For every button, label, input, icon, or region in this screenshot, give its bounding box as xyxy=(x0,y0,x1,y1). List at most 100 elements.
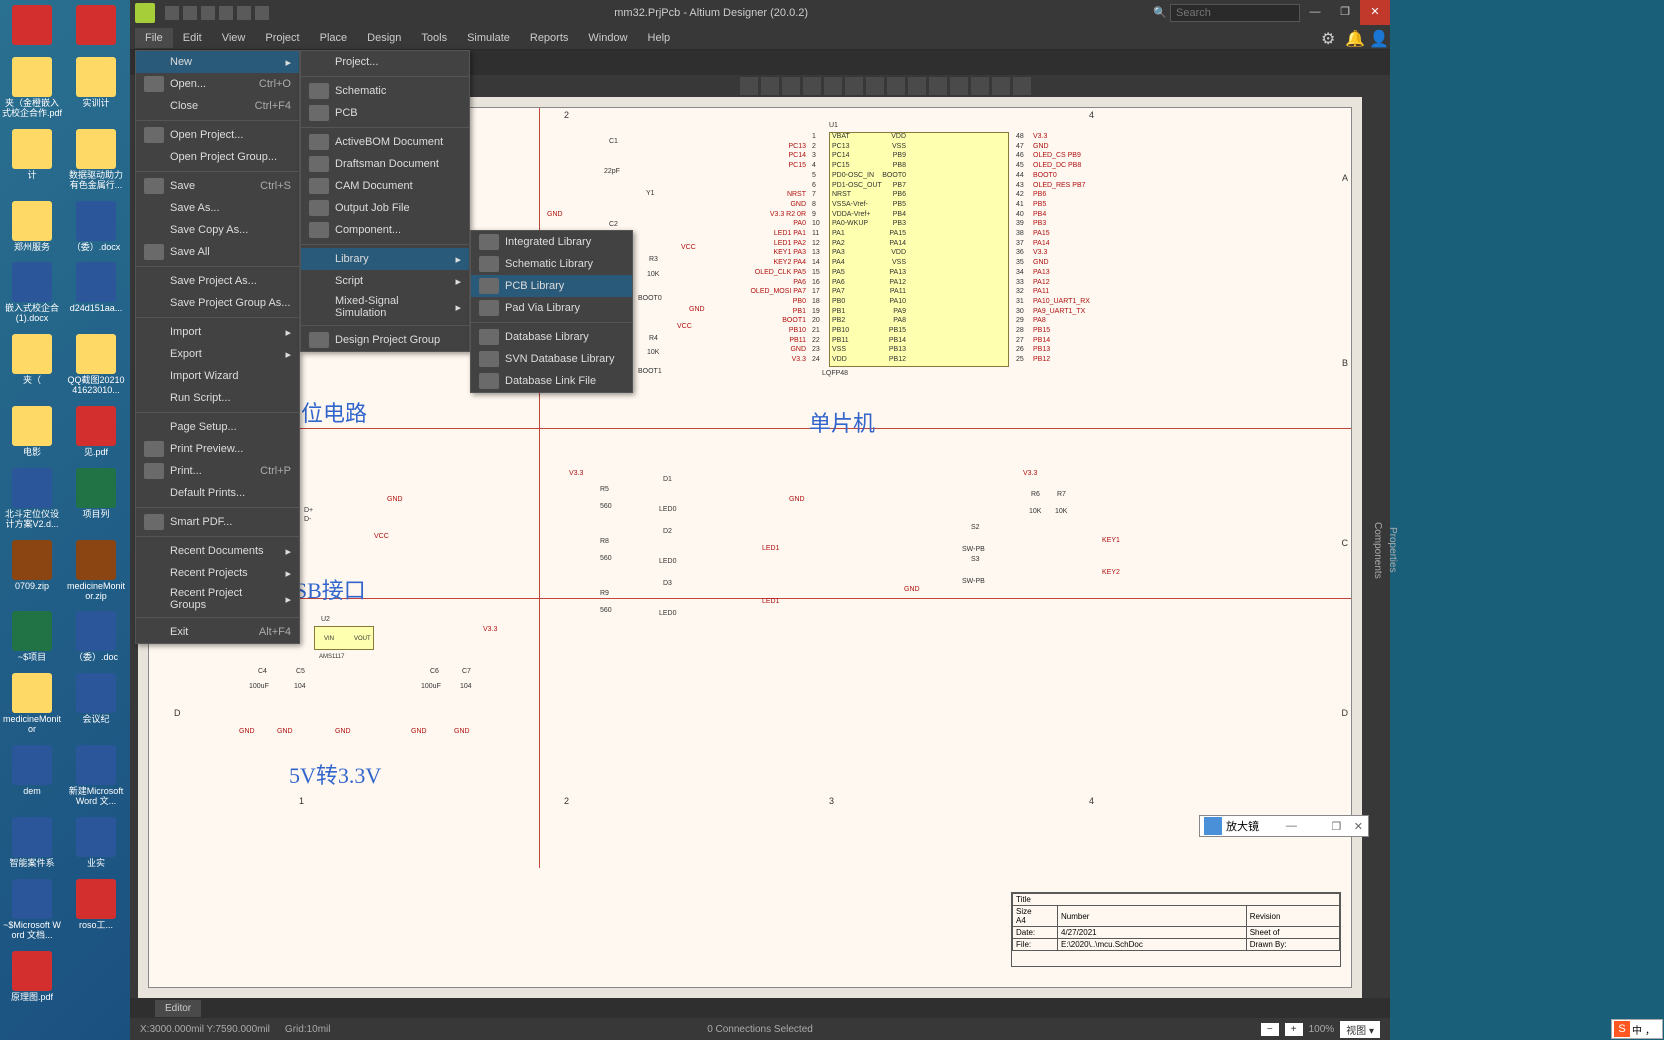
menu-place[interactable]: Place xyxy=(310,28,358,48)
file-recent-groups[interactable]: Recent Project Groups▸ xyxy=(136,584,299,614)
menu-project[interactable]: Project xyxy=(255,28,309,48)
new-activebom[interactable]: ActiveBOM Document xyxy=(301,131,469,153)
desktop-file-icon[interactable]: 智能案件系 xyxy=(2,817,62,869)
qat-save-icon[interactable] xyxy=(165,6,179,20)
lib-integrated[interactable]: Integrated Library xyxy=(471,231,632,253)
desktop-file-icon[interactable] xyxy=(2,5,62,47)
new-component[interactable]: Component... xyxy=(301,219,469,241)
magnifier-minimize[interactable]: — xyxy=(1279,820,1304,832)
user-icon[interactable]: 👤▾ xyxy=(1369,29,1385,45)
lib-schematic[interactable]: Schematic Library xyxy=(471,253,632,275)
part-tool-icon[interactable] xyxy=(908,77,926,95)
menu-view[interactable]: View xyxy=(212,28,256,48)
desktop-file-icon[interactable] xyxy=(66,5,126,47)
qat-undo-icon[interactable] xyxy=(237,6,251,20)
menu-tools[interactable]: Tools xyxy=(411,28,457,48)
lib-pcb[interactable]: PCB Library xyxy=(471,275,632,297)
desktop-file-icon[interactable]: 新建Microsoft Word 文... xyxy=(66,745,126,807)
new-mixed-signal[interactable]: Mixed-Signal Simulation▸ xyxy=(301,292,469,322)
desktop-file-icon[interactable]: medicineMonitor xyxy=(2,673,62,735)
close-button[interactable]: ✕ xyxy=(1360,0,1390,25)
new-cam[interactable]: CAM Document xyxy=(301,175,469,197)
desktop-file-icon[interactable]: 郑州服务 xyxy=(2,201,62,253)
menu-design[interactable]: Design xyxy=(357,28,411,48)
desktop-file-icon[interactable]: 见.pdf xyxy=(66,406,126,458)
file-export[interactable]: Export▸ xyxy=(136,343,299,365)
new-script[interactable]: Script▸ xyxy=(301,270,469,292)
select-tool-icon[interactable] xyxy=(782,77,800,95)
menu-simulate[interactable]: Simulate xyxy=(457,28,520,48)
drawing-tool-icon[interactable] xyxy=(992,77,1010,95)
power-tool-icon[interactable] xyxy=(887,77,905,95)
qat-folder-icon[interactable] xyxy=(201,6,215,20)
desktop-file-icon[interactable]: （委）.docx xyxy=(66,201,126,253)
desktop-file-icon[interactable]: 会议纪 xyxy=(66,673,126,725)
menu-window[interactable]: Window xyxy=(578,28,637,48)
new-library[interactable]: Library▸ xyxy=(301,248,469,270)
bus-tool-icon[interactable] xyxy=(866,77,884,95)
desktop-file-icon[interactable]: 嵌入式校企合(1).docx xyxy=(2,262,62,324)
new-design-group[interactable]: Design Project Group xyxy=(301,329,469,351)
new-schematic[interactable]: Schematic xyxy=(301,80,469,102)
gear-icon[interactable]: ⚙ xyxy=(1321,29,1337,45)
desktop-file-icon[interactable]: ~$项目 xyxy=(2,611,62,663)
file-page-setup[interactable]: Page Setup... xyxy=(136,416,299,438)
desktop-file-icon[interactable]: 夹（ xyxy=(2,334,62,386)
file-smart-pdf[interactable]: Smart PDF... xyxy=(136,511,299,533)
components-panel-tab[interactable]: Components xyxy=(1370,102,1385,998)
cursor-tool-icon[interactable] xyxy=(740,77,758,95)
align-tool-icon[interactable] xyxy=(803,77,821,95)
desktop-file-icon[interactable]: medicineMonitor.zip xyxy=(66,540,126,602)
menu-help[interactable]: Help xyxy=(638,28,681,48)
file-open[interactable]: Open...Ctrl+O xyxy=(136,73,299,95)
file-save-as[interactable]: Save As... xyxy=(136,197,299,219)
qat-redo-icon[interactable] xyxy=(255,6,269,20)
desktop-file-icon[interactable]: 电影 xyxy=(2,406,62,458)
file-print[interactable]: Print...Ctrl+P xyxy=(136,460,299,482)
menu-reports[interactable]: Reports xyxy=(520,28,579,48)
bell-icon[interactable]: 🔔 xyxy=(1345,29,1361,45)
file-open-project-group[interactable]: Open Project Group... xyxy=(136,146,299,168)
move-tool-icon[interactable] xyxy=(761,77,779,95)
file-run-script[interactable]: Run Script... xyxy=(136,387,299,409)
file-exit[interactable]: ExitAlt+F4 xyxy=(136,621,299,643)
desktop-file-icon[interactable]: （委）.doc xyxy=(66,611,126,663)
desktop-file-icon[interactable]: roso工... xyxy=(66,879,126,931)
lib-svn[interactable]: SVN Database Library xyxy=(471,348,632,370)
qat-copy-icon[interactable] xyxy=(219,6,233,20)
file-recent-docs[interactable]: Recent Documents▸ xyxy=(136,540,299,562)
desktop-file-icon[interactable]: 业实 xyxy=(66,817,126,869)
menu-file[interactable]: File xyxy=(135,28,173,48)
desktop-file-icon[interactable]: ~$Microsoft Word 文档... xyxy=(2,879,62,941)
zoom-in-button[interactable]: + xyxy=(1285,1023,1303,1036)
desktop-file-icon[interactable]: 原理图.pdf xyxy=(2,951,62,1003)
file-save-project-as[interactable]: Save Project As... xyxy=(136,270,299,292)
search-input[interactable] xyxy=(1170,4,1300,22)
properties-panel-tab[interactable]: Properties xyxy=(1385,102,1400,998)
magnifier-window[interactable]: 放大镜 — ❐ ✕ xyxy=(1199,815,1369,837)
file-save[interactable]: SaveCtrl+S xyxy=(136,175,299,197)
file-print-preview[interactable]: Print Preview... xyxy=(136,438,299,460)
lib-database[interactable]: Database Library xyxy=(471,326,632,348)
magnifier-close[interactable]: ✕ xyxy=(1349,820,1368,833)
desktop-file-icon[interactable]: 计 xyxy=(2,129,62,181)
text-tool-icon[interactable] xyxy=(971,77,989,95)
magnifier-maximize[interactable]: ❐ xyxy=(1324,820,1349,833)
file-save-all[interactable]: Save All xyxy=(136,241,299,263)
menu-edit[interactable]: Edit xyxy=(173,28,212,48)
desktop-file-icon[interactable]: d24d151aa... xyxy=(66,262,126,314)
file-open-project[interactable]: Open Project... xyxy=(136,124,299,146)
file-import-wizard[interactable]: Import Wizard xyxy=(136,365,299,387)
minimize-button[interactable]: — xyxy=(1300,0,1330,25)
desktop-file-icon[interactable]: 0709.zip xyxy=(2,540,62,592)
editor-tab[interactable]: Editor xyxy=(155,1000,201,1017)
new-draftsman[interactable]: Draftsman Document xyxy=(301,153,469,175)
file-new[interactable]: New▸ xyxy=(136,51,299,73)
desktop-file-icon[interactable]: 北斗定位仪设计方案V2.d... xyxy=(2,468,62,530)
file-save-copy-as[interactable]: Save Copy As... xyxy=(136,219,299,241)
wire-tool-icon[interactable] xyxy=(824,77,842,95)
grid-tool-icon[interactable] xyxy=(1013,77,1031,95)
desktop-file-icon[interactable]: 实训计 xyxy=(66,57,126,109)
file-default-prints[interactable]: Default Prints... xyxy=(136,482,299,504)
new-outputjob[interactable]: Output Job File xyxy=(301,197,469,219)
